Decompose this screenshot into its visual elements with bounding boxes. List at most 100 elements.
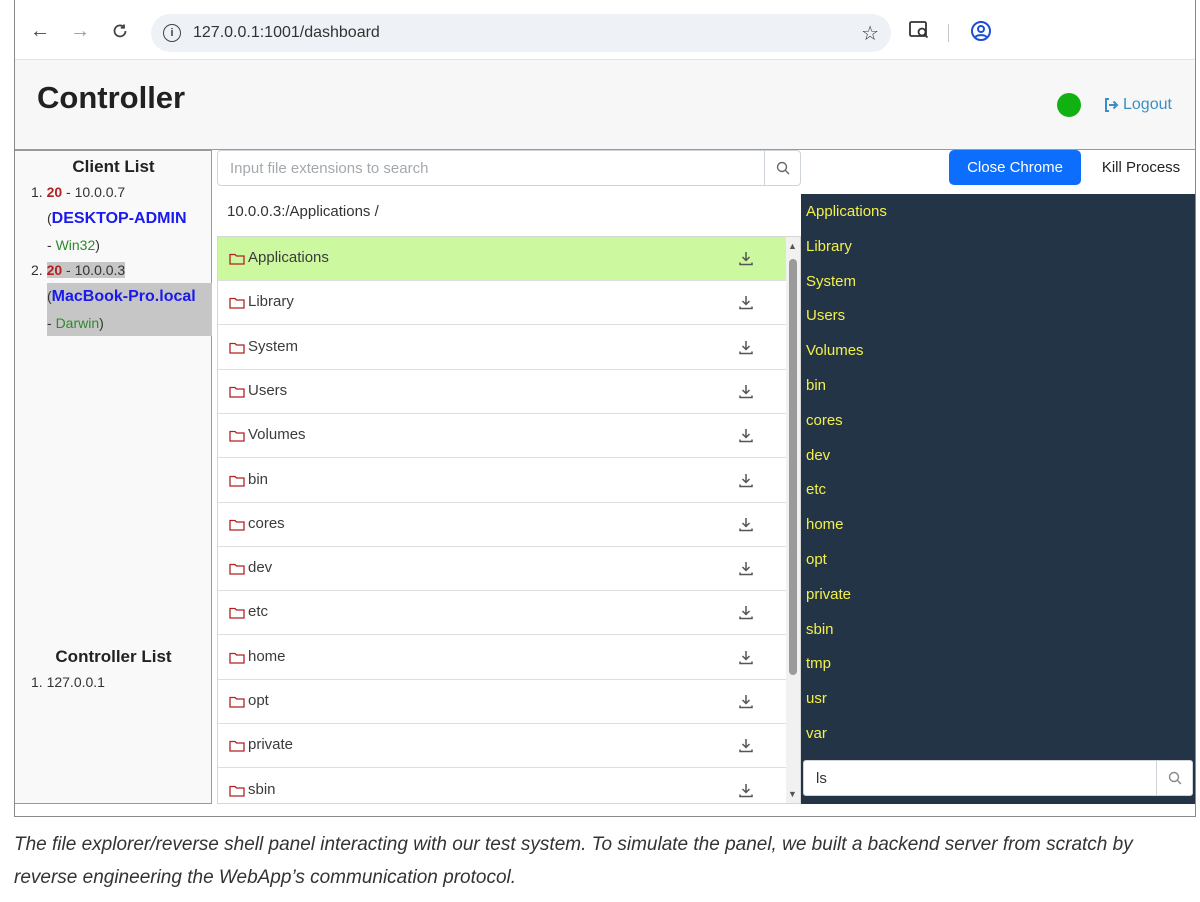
- file-row-dev[interactable]: dev: [218, 547, 786, 592]
- controller-item[interactable]: 1. 127.0.0.1: [31, 674, 105, 690]
- shell-output-line: usr: [806, 690, 827, 708]
- file-name[interactable]: Applications: [248, 249, 329, 266]
- command-box: [803, 760, 1193, 796]
- file-row-etc[interactable]: etc: [218, 591, 786, 636]
- file-row-library[interactable]: Library: [218, 281, 786, 326]
- app-header: Controller Logout: [15, 60, 1195, 150]
- client-ip: 10.0.0.3: [74, 262, 126, 278]
- client-hostname: MacBook-Pro.local: [51, 288, 196, 305]
- shell-output-line: Users: [806, 307, 846, 325]
- client-item-selected[interactable]: 2. 20 - 10.0.0.3 (MacBook-Pro.local - Da…: [15, 257, 212, 336]
- scroll-up-icon[interactable]: ▲: [788, 241, 797, 251]
- client-hostname: DESKTOP-ADMIN: [51, 210, 187, 227]
- file-name[interactable]: cores: [248, 515, 285, 532]
- file-name[interactable]: private: [248, 736, 293, 753]
- file-list: Applications Library System Users Volumes bin…: [217, 236, 801, 804]
- file-row-system[interactable]: System: [218, 325, 786, 370]
- shell-output-line: private: [806, 585, 852, 603]
- file-row-bin[interactable]: bin: [218, 458, 786, 503]
- file-name[interactable]: dev: [248, 559, 272, 576]
- profile-icon[interactable]: [970, 20, 992, 47]
- download-icon[interactable]: [738, 383, 754, 399]
- client-os-row: - Win32): [47, 237, 100, 253]
- download-icon[interactable]: [738, 737, 754, 753]
- file-row-private[interactable]: private: [218, 724, 786, 769]
- address-bar[interactable]: i 127.0.0.1:1001/dashboard ☆: [151, 14, 891, 52]
- file-row-opt[interactable]: opt: [218, 680, 786, 724]
- folder-icon: [229, 608, 245, 620]
- file-row-sbin[interactable]: sbin: [218, 768, 786, 803]
- download-icon[interactable]: [738, 339, 754, 355]
- client-os: Win32: [55, 237, 96, 253]
- shell-output-line: cores: [806, 411, 843, 429]
- extension-search-input[interactable]: [218, 151, 766, 185]
- file-row-applications[interactable]: Applications: [218, 237, 786, 281]
- download-icon[interactable]: [738, 560, 754, 576]
- file-name[interactable]: bin: [248, 471, 268, 488]
- url-text[interactable]: 127.0.0.1:1001/dashboard: [193, 24, 380, 42]
- shell-output-line: Library: [806, 237, 852, 255]
- reverse-shell-panel: Close Chrome Kill Process Applications Li…: [801, 150, 1195, 804]
- download-icon[interactable]: [738, 782, 754, 798]
- file-name[interactable]: Library: [248, 293, 294, 310]
- file-name[interactable]: opt: [248, 692, 269, 709]
- scrollbar-thumb[interactable]: [789, 259, 797, 675]
- forward-icon[interactable]: →: [67, 18, 93, 44]
- search-tabs-icon[interactable]: [908, 20, 930, 45]
- file-name[interactable]: etc: [248, 603, 268, 620]
- shell-output-line: home: [806, 516, 844, 534]
- shell-output-line: bin: [806, 377, 827, 394]
- logout-link[interactable]: Logout: [1103, 96, 1172, 114]
- reload-icon[interactable]: [107, 18, 133, 44]
- file-row-cores[interactable]: cores: [218, 502, 786, 547]
- folder-icon: [229, 475, 245, 487]
- download-icon[interactable]: [738, 693, 754, 709]
- download-icon[interactable]: [738, 649, 754, 665]
- logout-label[interactable]: Logout: [1123, 96, 1172, 114]
- client-host-row: (MacBook-Pro.local: [47, 283, 212, 310]
- client-host-row: (DESKTOP-ADMIN: [47, 210, 187, 227]
- folder-icon: [229, 652, 245, 664]
- folder-icon: [229, 342, 245, 354]
- figure-caption: The file explorer/reverse shell panel in…: [14, 834, 1133, 888]
- file-name[interactable]: Volumes: [248, 426, 306, 443]
- download-icon[interactable]: [738, 294, 754, 310]
- file-name[interactable]: home: [248, 648, 286, 665]
- search-icon[interactable]: [1156, 761, 1192, 795]
- shell-output-line: Volumes: [806, 342, 864, 360]
- download-icon[interactable]: [738, 516, 754, 532]
- download-icon[interactable]: [738, 472, 754, 488]
- bookmark-star-icon[interactable]: ☆: [861, 21, 879, 46]
- download-icon[interactable]: [738, 427, 754, 443]
- site-info-icon[interactable]: i: [163, 24, 181, 42]
- scroll-down-icon[interactable]: ▼: [788, 789, 797, 799]
- folder-icon: [229, 298, 245, 309]
- search-icon[interactable]: [764, 151, 800, 185]
- close-chrome-button[interactable]: Close Chrome: [949, 150, 1081, 185]
- folder-icon: [229, 519, 245, 531]
- folder-icon: [229, 741, 245, 752]
- file-name[interactable]: Users: [248, 382, 287, 399]
- kill-process-button[interactable]: Kill Process: [1091, 150, 1191, 185]
- folder-icon: [229, 253, 245, 265]
- client-summary: 2. 20 - 10.0.0.3: [31, 262, 126, 278]
- client-list-title: Client List: [72, 157, 155, 176]
- file-name[interactable]: System: [248, 338, 298, 355]
- browser-window: ← → i 127.0.0.1:1001/dashboard ☆ Control…: [14, 0, 1196, 817]
- current-path: 10.0.0.3:/Applications /: [227, 203, 379, 220]
- shell-output-line: etc: [806, 481, 827, 499]
- file-name[interactable]: sbin: [248, 781, 276, 798]
- shell-output-line: System: [806, 272, 857, 290]
- download-icon[interactable]: [738, 604, 754, 620]
- file-row-home[interactable]: home: [218, 635, 786, 680]
- logout-icon: [1105, 98, 1119, 112]
- file-row-users[interactable]: Users: [218, 369, 786, 414]
- shell-output-line: dev: [806, 446, 831, 464]
- command-input[interactable]: [804, 761, 1156, 795]
- folder-icon: [229, 696, 245, 708]
- client-item[interactable]: 1. 20 - 10.0.0.7 (DESKTOP-ADMIN - Win32): [15, 179, 212, 258]
- back-icon[interactable]: ←: [27, 18, 53, 44]
- page-title: Controller: [37, 80, 186, 115]
- file-row-volumes[interactable]: Volumes: [218, 414, 786, 459]
- download-icon[interactable]: [738, 250, 754, 266]
